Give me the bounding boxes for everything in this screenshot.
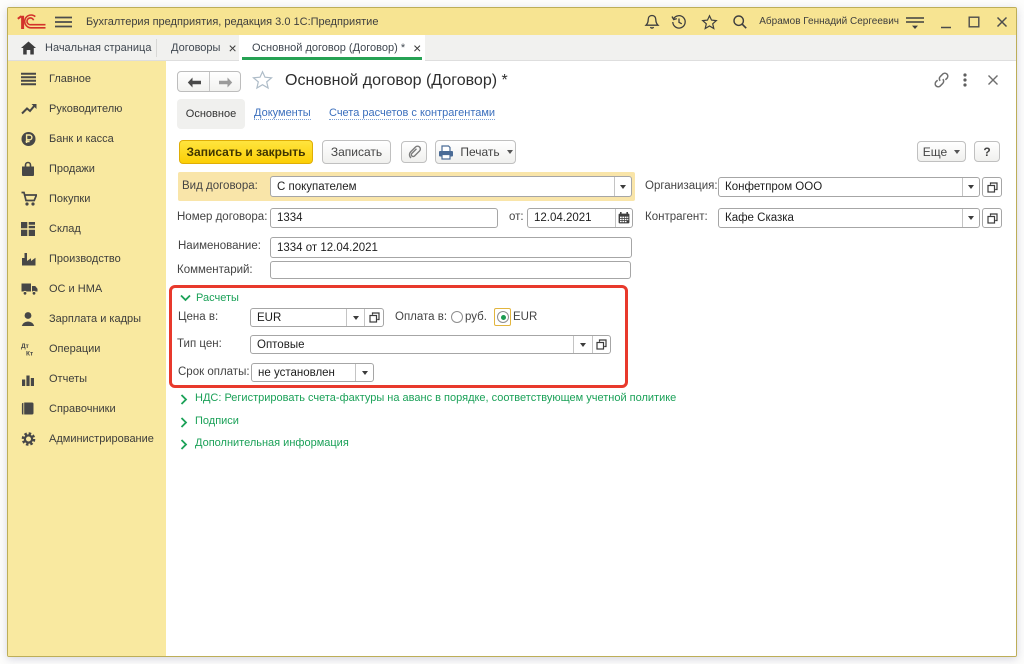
svg-text:Дт: Дт (21, 343, 29, 350)
svg-text:Кт: Кт (26, 351, 33, 357)
